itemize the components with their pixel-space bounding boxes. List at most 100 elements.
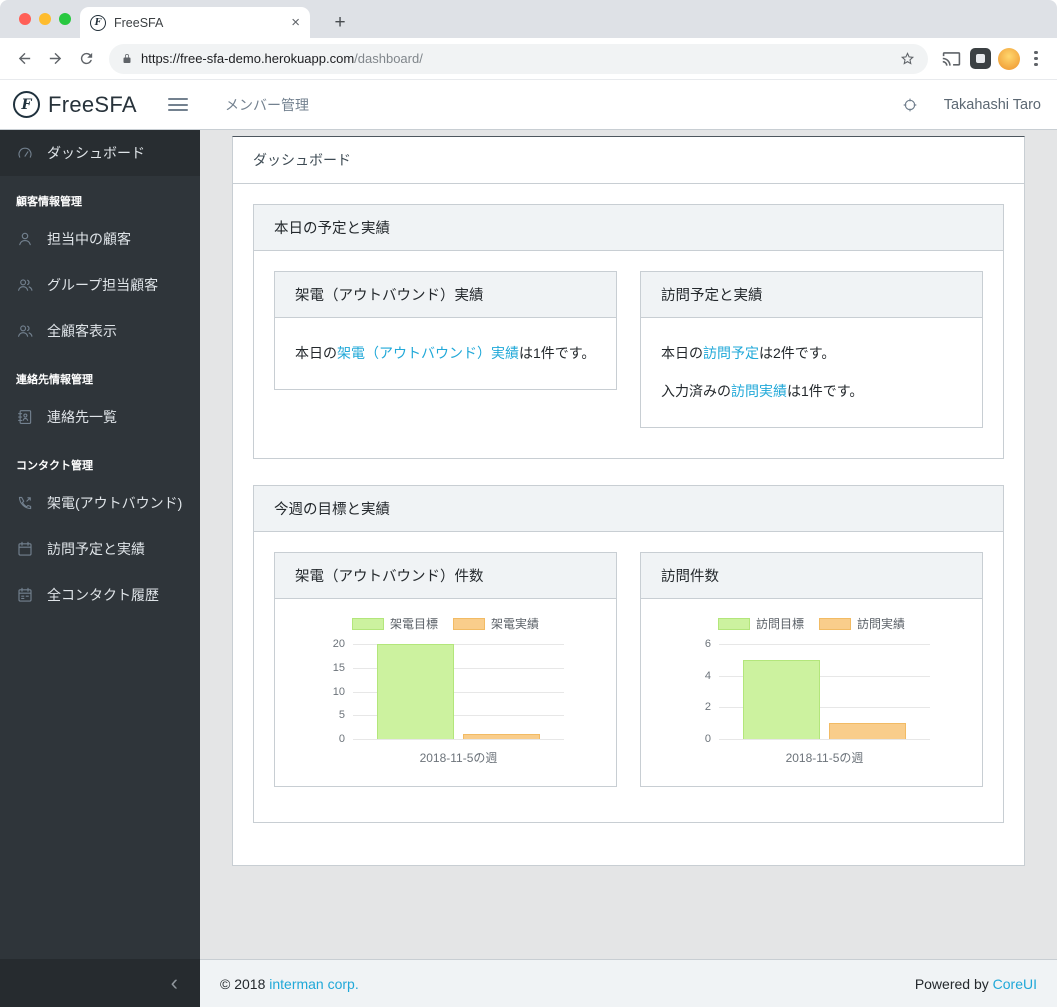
today-visits-title: 訪問予定と実績 [641,272,982,318]
legend-label: 訪問実績 [857,617,906,631]
week-card: 今週の目標と実績 架電（アウトバウンド）件数 架電目標 架電実績 0 5 10 … [253,485,1004,823]
brand-name: FreeSFA [48,91,137,117]
today-visits-result-text: 入力済みの訪問実績は1件です。 [661,383,864,399]
sidebar-item-visits[interactable]: 訪問予定と実績 [0,526,200,572]
sidebar-item-outbound-calls[interactable]: 架電(アウトバウンド) [0,480,200,526]
week-card-title: 今週の目標と実績 [254,486,1003,532]
url-bar[interactable]: https://free-sfa-demo.herokuapp.com/dash… [109,43,928,74]
chart-bars [353,644,564,739]
member-management-link[interactable]: メンバー管理 [225,95,309,115]
chart-bars [719,644,930,739]
sidebar-section-contact-mgmt: コンタクト管理 [16,460,93,472]
sidebar-minimizer[interactable]: ‹ [0,959,200,1007]
today-card-title: 本日の予定と実績 [254,205,1003,251]
target-icon[interactable] [902,97,918,113]
chart-plot [353,644,564,740]
reload-icon[interactable] [74,47,98,71]
sidebar-item-group-customers[interactable]: グループ担当顧客 [0,262,200,308]
sidebar-item-my-customers[interactable]: 担当中の顧客 [0,216,200,262]
calls-result-link[interactable]: 架電（アウトバウンド）実績 [337,345,519,361]
chart-yaxis: 0 5 10 15 20 [327,638,353,745]
brand[interactable]: F FreeSFA [0,91,162,118]
dashboard-panel: ダッシュボード 本日の予定と実績 架電（アウトバウンド）実績 本日の架電（アウト… [232,136,1025,866]
legend-swatch-icon [453,617,485,630]
extension-icon[interactable] [970,48,991,69]
visits-chart-card: 訪問件数 訪問目標 訪問実績 0246 2018-11-5の週 [640,552,983,787]
brand-logo-icon: F [13,91,40,118]
back-icon[interactable] [12,47,36,71]
cast-icon[interactable] [939,47,963,71]
window-controls [19,13,71,25]
chevron-left-icon: ‹ [170,970,178,995]
tab-close-icon[interactable]: × [291,15,300,30]
sidebar-item-contact-list[interactable]: 連絡先一覧 [0,394,200,440]
sidebar-item-all-customers[interactable]: 全顧客表示 [0,308,200,354]
header-right: Takahashi Taro [902,97,1057,113]
calls-chart-card: 架電（アウトバウンド）件数 架電目標 架電実績 0 5 10 15 20 201… [274,552,617,787]
powered-by-text: Powered by CoreUI [914,975,1037,992]
new-tab-button[interactable]: + [328,13,352,32]
browser-window: F FreeSFA × + https://free-sfa-demo.hero… [0,0,1057,1007]
legend-label: 訪問目標 [755,617,804,631]
users-icon [16,276,34,294]
sidebar-nav: ダッシュボード 顧客情報管理 担当中の顧客 グループ担当顧客 全顧客表示 連絡先… [0,130,200,959]
sidebar-toggle-icon[interactable] [168,98,188,111]
visit-result-link[interactable]: 訪問実績 [731,383,787,399]
bookmark-star-icon[interactable] [899,50,916,67]
content-scroll-area[interactable]: ダッシュボード 本日の予定と実績 架電（アウトバウンド）実績 本日の架電（アウト… [200,130,1057,959]
forward-icon[interactable] [43,47,67,71]
visits-chart-title: 訪問件数 [641,553,982,599]
chart-bar [743,659,820,739]
chart-ytick: 0 [338,733,345,745]
main-area: ダッシュボード 本日の予定と実績 架電（アウトバウンド）実績 本日の架電（アウト… [200,130,1057,1007]
today-calls-text: 本日の架電（アウトバウンド）実績は1件です。 [295,345,596,361]
chart-ytick: 20 [332,638,345,650]
chart-ytick: 10 [332,685,345,698]
legend-label: 架電実績 [491,617,540,631]
chart-yaxis: 0 2 4 6 [693,638,719,745]
tab-favicon-icon: F [90,14,106,31]
chart-xlabel: 2018-11-5の週 [785,751,864,765]
sidebar-item-label: ダッシュボード [47,145,145,161]
copyright-text: © 2018 interman corp. [220,975,359,992]
app-footer: © 2018 interman corp. Powered by CoreUI [200,959,1057,1007]
close-window-button[interactable] [19,13,31,25]
sidebar-item-all-contact-history[interactable]: 全コンタクト履歴 [0,572,200,618]
browser-profile-avatar[interactable] [998,47,1020,70]
chart-plot [719,644,930,740]
chart-ytick: 4 [704,669,711,682]
sidebar-item-label: グループ担当顧客 [47,277,159,293]
zoom-window-button[interactable] [59,13,71,25]
chart-ytick: 5 [338,709,345,722]
legend-item: 訪問目標 [717,615,804,632]
legend-label: 架電目標 [389,617,438,631]
browser-tab-strip: F FreeSFA × + [0,0,1057,38]
speedometer-icon [16,144,34,162]
breadcrumb: ダッシュボード [233,137,1024,184]
visit-plan-link[interactable]: 訪問予定 [703,345,759,361]
chart-ytick: 2 [704,701,711,714]
visits-bar-chart: 訪問目標 訪問実績 0 2 4 6 2018-11-5の週 [693,611,930,766]
sidebar-item-label: 全顧客表示 [47,323,117,339]
url-text: https://free-sfa-demo.herokuapp.com/dash… [141,51,423,66]
chart-bar [829,723,906,739]
minimize-window-button[interactable] [39,13,51,25]
legend-item: 架電実績 [453,615,539,632]
calendar-icon [16,540,34,558]
lock-icon [121,52,133,66]
browser-menu-icon[interactable] [1027,50,1045,67]
chart-legend: 架電目標 架電実績 [327,615,564,632]
sidebar-item-dashboard[interactable]: ダッシュボード [0,130,200,176]
user-name[interactable]: Takahashi Taro [944,97,1041,113]
chart-bar [463,734,540,739]
today-visits-card: 訪問予定と実績 本日の訪問予定は2件です。 入力済みの訪問実績は1件です。 [640,271,983,428]
chart-legend: 訪問目標 訪問実績 [693,615,930,632]
browser-tab[interactable]: F FreeSFA × [80,7,310,38]
calls-bar-chart: 架電目標 架電実績 0 5 10 15 20 2018-11-5の週 [327,611,564,766]
tab-title: FreeSFA [114,15,164,30]
interman-link[interactable]: interman corp. [269,976,358,992]
legend-swatch-icon [819,617,851,630]
calls-chart-title: 架電（アウトバウンド）件数 [275,553,616,599]
coreui-link[interactable]: CoreUI [993,976,1037,992]
today-visits-plan-text: 本日の訪問予定は2件です。 [661,345,836,361]
